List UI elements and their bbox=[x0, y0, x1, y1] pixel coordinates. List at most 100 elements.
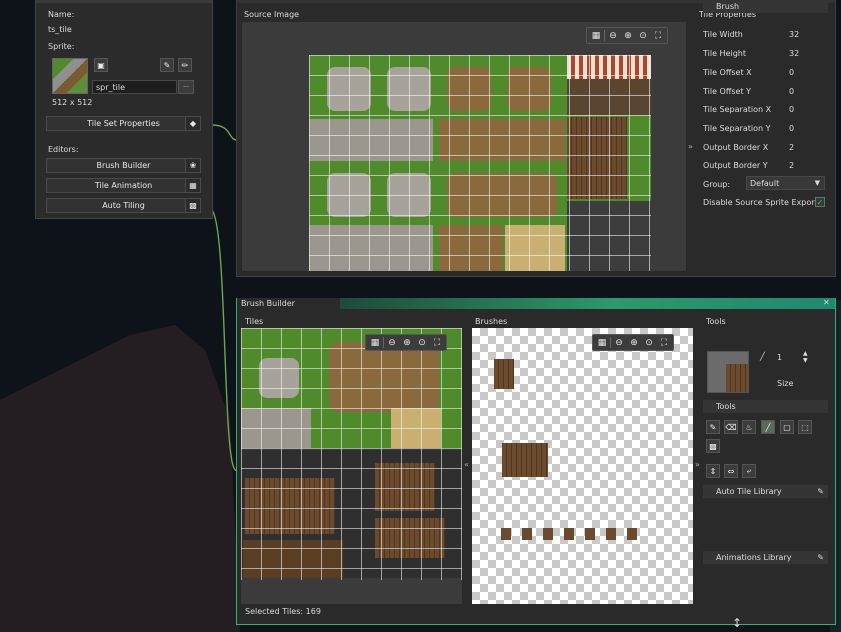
grid-icon[interactable]: ▦ bbox=[589, 29, 603, 42]
flip-horizontal-icon[interactable]: ⇔ bbox=[724, 464, 738, 478]
pencil-icon[interactable]: ✎ bbox=[706, 420, 720, 434]
prop-label: Tile Height bbox=[703, 49, 746, 58]
editors-label: Editors: bbox=[48, 145, 79, 154]
prop-value[interactable]: 0 bbox=[789, 87, 794, 96]
brush-builder-button[interactable]: Brush Builder ❀ bbox=[46, 158, 201, 173]
rotate-icon[interactable]: ⤶ bbox=[742, 464, 756, 478]
auto-tiling-button[interactable]: Auto Tiling ▩ bbox=[46, 198, 201, 213]
prop-label: Tile Offset Y bbox=[703, 87, 752, 96]
sprite-more-button[interactable]: ··· bbox=[178, 80, 194, 94]
zoom-out-icon[interactable]: ⊖ bbox=[606, 29, 620, 42]
group-dropdown[interactable]: Default ▼ bbox=[746, 176, 825, 190]
tiles-grid[interactable] bbox=[241, 328, 462, 580]
brushes-arrow-right[interactable]: » bbox=[695, 460, 700, 469]
prop-value[interactable]: 2 bbox=[789, 161, 794, 170]
tile-set-properties-label: Tile Set Properties bbox=[87, 119, 160, 128]
tile-animation-button[interactable]: Tile Animation ▦ bbox=[46, 178, 201, 193]
name-value[interactable]: ts_tile bbox=[48, 25, 72, 34]
sprite-edit-icon[interactable]: ✎ bbox=[160, 58, 174, 72]
chevron-down-icon: ▼ bbox=[814, 179, 820, 187]
zoom-out-icon[interactable]: ⊖ bbox=[385, 336, 399, 349]
zoom-reset-icon[interactable]: ⊙ bbox=[415, 336, 429, 349]
prop-value[interactable]: 32 bbox=[789, 49, 799, 58]
brush-builder-accent bbox=[340, 298, 835, 309]
diamond-icon: ◆ bbox=[185, 117, 200, 130]
zoom-in-icon[interactable]: ⊕ bbox=[621, 29, 635, 42]
prop-value[interactable]: 0 bbox=[789, 68, 794, 77]
fill-icon[interactable]: ♨ bbox=[742, 420, 756, 434]
source-image-toolbar: ▦ ⊖ ⊕ ⊙ ⛶ bbox=[586, 27, 668, 44]
zoom-reset-icon[interactable]: ⊙ bbox=[642, 336, 656, 349]
properties-collapse-arrow[interactable]: » bbox=[688, 142, 693, 151]
toolbar-separator bbox=[604, 30, 605, 41]
lock-icon: ▩ bbox=[185, 199, 200, 212]
brush-section-header[interactable]: Brush bbox=[703, 0, 828, 13]
line-icon: ╱ bbox=[760, 352, 765, 361]
tools-label: Tools bbox=[706, 317, 726, 326]
prop-value[interactable]: 2 bbox=[789, 143, 794, 152]
tile-animation-label: Tile Animation bbox=[94, 181, 153, 190]
brushes-toolbar: ▦ ⊖ ⊕ ⊙ ⛶ bbox=[592, 334, 674, 351]
grid-icon[interactable]: ▦ bbox=[595, 336, 609, 349]
brush-builder-label: Brush Builder bbox=[96, 161, 151, 170]
prop-value[interactable]: 0 bbox=[789, 105, 794, 114]
sprite-new-icon[interactable]: ▣ bbox=[94, 58, 108, 72]
toolbar-separator bbox=[610, 337, 611, 348]
brush-builder-icon: ❀ bbox=[185, 159, 200, 172]
brush-builder-title: Brush Builder bbox=[241, 299, 295, 308]
auto-tile-library-header[interactable]: Auto Tile Library ✎ bbox=[703, 485, 828, 498]
brush-stamp[interactable] bbox=[494, 359, 514, 389]
disable-export-checkbox[interactable]: ✓ bbox=[815, 197, 825, 207]
film-icon: ▦ bbox=[185, 179, 200, 192]
size-stepper[interactable]: ▲ ▼ bbox=[803, 350, 808, 364]
tile-set-properties-button[interactable]: Tile Set Properties ◆ bbox=[46, 116, 201, 131]
close-icon[interactable]: ✕ bbox=[823, 298, 830, 307]
sprite-size: 512 x 512 bbox=[52, 98, 93, 107]
brush-stamp[interactable] bbox=[502, 443, 548, 477]
prop-value[interactable]: 0 bbox=[789, 124, 794, 133]
prop-label: Tile Separation X bbox=[703, 105, 772, 114]
source-tile-grid[interactable] bbox=[309, 55, 651, 271]
source-image-label: Source Image bbox=[244, 10, 300, 19]
sprite-thumbnail[interactable] bbox=[52, 58, 88, 94]
pencil-edit-icon[interactable]: ✎ bbox=[817, 487, 824, 496]
line-tool-icon[interactable]: ╱ bbox=[761, 420, 775, 434]
animations-library-header[interactable]: Animations Library ✎ bbox=[703, 551, 828, 564]
fit-icon[interactable]: ⛶ bbox=[657, 336, 671, 349]
brush-size-value[interactable]: 1 bbox=[777, 353, 782, 362]
flip-vertical-icon[interactable]: ⇕ bbox=[706, 464, 720, 478]
eraser-icon[interactable]: ⌫ bbox=[724, 420, 738, 434]
resize-handle-icon[interactable]: ↕ bbox=[732, 616, 742, 630]
pencil-edit-icon[interactable]: ✎ bbox=[817, 553, 824, 562]
zoom-in-icon[interactable]: ⊕ bbox=[400, 336, 414, 349]
prop-label: Tile Offset X bbox=[703, 68, 752, 77]
prop-label: Tile Width bbox=[703, 30, 743, 39]
brush-section-label: Brush bbox=[716, 2, 740, 11]
fit-icon[interactable]: ⛶ bbox=[651, 29, 665, 42]
sprite-label: Sprite: bbox=[48, 42, 75, 51]
animations-library-label: Animations Library bbox=[716, 553, 792, 562]
fit-icon[interactable]: ⛶ bbox=[430, 336, 444, 349]
zoom-out-icon[interactable]: ⊖ bbox=[612, 336, 626, 349]
grid-icon[interactable]: ▦ bbox=[368, 336, 382, 349]
brush-stamp[interactable] bbox=[501, 528, 641, 540]
select-icon[interactable]: ⬚ bbox=[798, 420, 812, 434]
group-label: Group: bbox=[703, 180, 731, 189]
zoom-in-icon[interactable]: ⊕ bbox=[627, 336, 641, 349]
tiles-arrow-left[interactable]: « bbox=[464, 460, 469, 469]
rect-icon[interactable]: ▢ bbox=[780, 420, 794, 434]
lock-tool-icon[interactable]: ▩ bbox=[706, 439, 720, 453]
disable-export-label: Disable Source Sprite Export bbox=[703, 198, 818, 207]
toolbar-separator bbox=[383, 337, 384, 348]
name-label: Name: bbox=[48, 10, 75, 19]
auto-tile-library-label: Auto Tile Library bbox=[716, 487, 782, 496]
tools-section-header[interactable]: Tools bbox=[703, 400, 828, 413]
tileset-title-bar[interactable] bbox=[36, 0, 212, 3]
prop-label: Output Border Y bbox=[703, 161, 768, 170]
sprite-field[interactable]: spr_tile bbox=[92, 80, 177, 94]
brush-icon[interactable]: ✏ bbox=[178, 58, 192, 72]
tiles-label: Tiles bbox=[245, 317, 264, 326]
prop-value[interactable]: 32 bbox=[789, 30, 799, 39]
brush-preview-image bbox=[726, 364, 748, 392]
zoom-reset-icon[interactable]: ⊙ bbox=[636, 29, 650, 42]
